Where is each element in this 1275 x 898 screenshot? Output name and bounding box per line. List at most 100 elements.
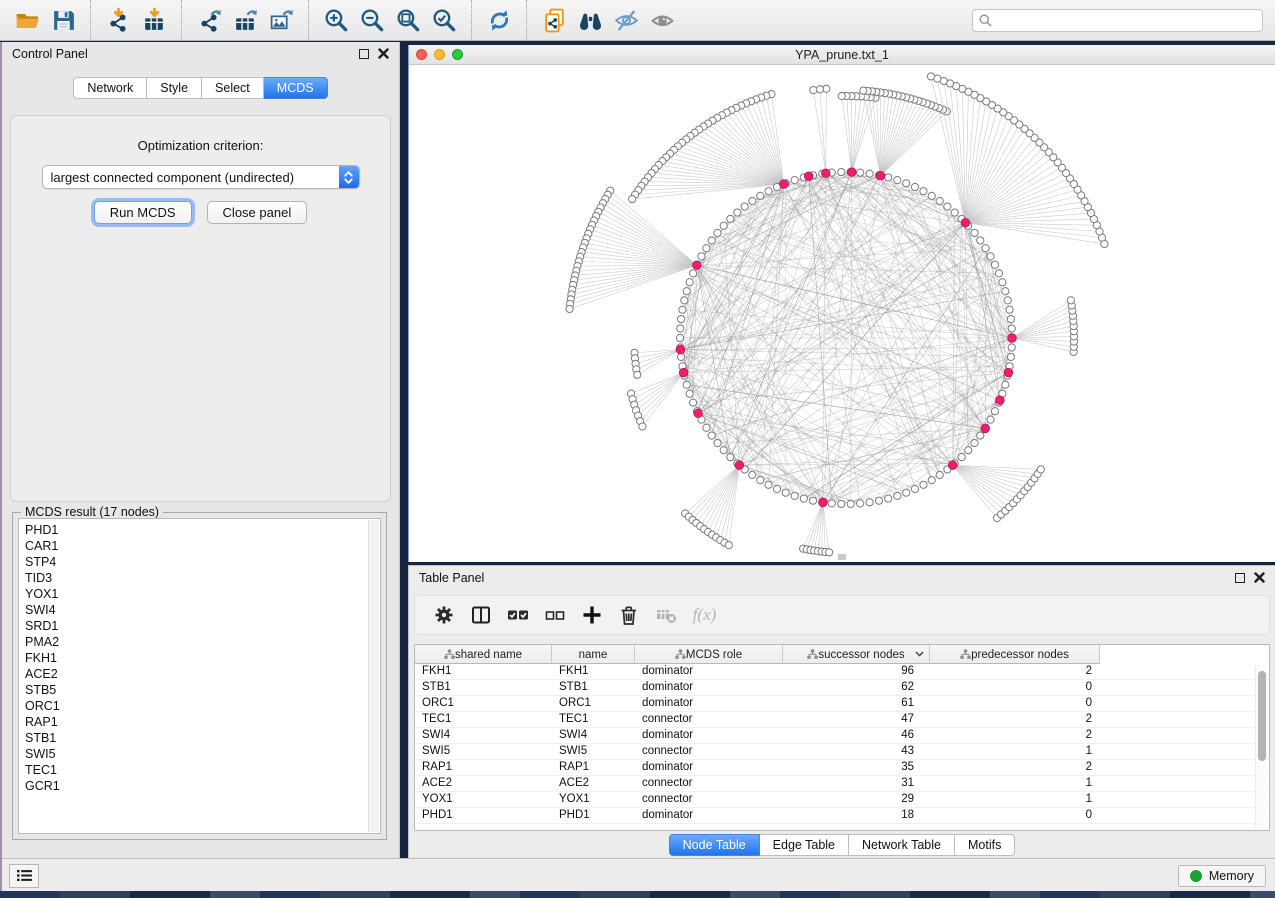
leaf-node[interactable] [927,73,934,80]
tab-node-table[interactable]: Node Table [669,834,760,856]
result-node-item[interactable]: SRD1 [25,618,380,634]
tab-edge-table[interactable]: Edge Table [760,834,849,856]
delete-column-button[interactable] [612,600,645,630]
save-session-button[interactable] [45,4,81,36]
tab-style[interactable]: Style [147,77,202,99]
ring-node[interactable] [720,447,727,454]
table-row[interactable]: TEC1TEC1connector472 [415,712,1269,728]
ring-node[interactable] [727,453,734,460]
ring-node[interactable] [838,168,845,175]
ring-node[interactable] [749,471,756,478]
settings-gear-button[interactable] [427,600,460,630]
run-mcds-button[interactable]: Run MCDS [94,201,192,224]
ring-node[interactable] [894,492,901,499]
ring-node[interactable] [971,229,978,236]
split-view-button[interactable] [464,600,497,630]
export-table-button[interactable] [227,4,263,36]
ring-node[interactable] [982,245,989,252]
ring-node[interactable] [727,215,734,222]
ring-node[interactable] [782,489,789,496]
ring-node[interactable] [885,174,892,181]
ring-node[interactable] [708,237,715,244]
ring-node[interactable] [749,197,756,204]
ring-node[interactable] [875,497,882,504]
hide-selected-button[interactable] [608,4,644,36]
tab-select[interactable]: Select [202,77,264,99]
ring-node[interactable] [999,279,1006,286]
ring-node[interactable] [686,390,693,397]
network-canvas[interactable] [409,65,1274,561]
ring-node[interactable] [1007,353,1014,360]
ring-node[interactable] [1002,288,1009,295]
ring-node[interactable] [676,334,683,341]
leaf-node[interactable] [566,305,573,312]
mcds-hub-node[interactable] [694,409,703,418]
mcds-hub-node[interactable] [780,180,789,189]
leaf-node[interactable] [1067,297,1074,304]
ring-node[interactable] [928,192,935,199]
memory-button[interactable]: Memory [1178,865,1266,887]
automation-panel-button[interactable] [9,864,39,888]
leaf-node[interactable] [860,87,867,94]
column-header-successor-nodes[interactable]: successor nodes [783,645,930,664]
ring-node[interactable] [971,439,978,446]
ring-node[interactable] [765,188,772,195]
ring-node[interactable] [936,197,943,204]
leaf-node[interactable] [629,196,636,203]
zoom-fit-button[interactable] [390,4,426,36]
float-table-panel-icon[interactable] [1235,573,1245,583]
export-network-button[interactable] [191,4,227,36]
leaf-node[interactable] [826,549,833,556]
ring-node[interactable] [677,325,684,332]
mcds-hub-node[interactable] [876,171,885,180]
table-scrollbar-thumb[interactable] [1258,671,1266,761]
ring-node[interactable] [828,500,835,507]
ring-node[interactable] [866,499,873,506]
ring-node[interactable] [681,297,688,304]
ring-node[interactable] [847,500,854,507]
table-row[interactable]: RAP1RAP1dominator352 [415,760,1269,776]
ring-node[interactable] [866,170,873,177]
ring-node[interactable] [683,381,690,388]
result-node-item[interactable]: TID3 [25,570,380,586]
zoom-out-button[interactable] [354,4,390,36]
ring-node[interactable] [1006,306,1013,313]
ring-node[interactable] [734,209,741,216]
mcds-hub-node[interactable] [1008,334,1017,343]
ring-node[interactable] [1002,381,1009,388]
search-input[interactable] [997,13,1256,27]
ring-node[interactable] [689,270,696,277]
table-row[interactable]: SWI5SWI5connector431 [415,744,1269,760]
select-all-checks-button[interactable] [501,600,534,630]
search-network-button[interactable] [572,4,608,36]
mcds-hub-node[interactable] [679,368,688,377]
mcds-hub-node[interactable] [804,172,813,181]
ring-node[interactable] [885,495,892,502]
criterion-dropdown[interactable]: largest connected component (undirected) [42,165,360,189]
ring-node[interactable] [928,477,935,484]
ring-node[interactable] [677,315,684,322]
result-node-item[interactable]: STP4 [25,554,380,570]
ring-node[interactable] [698,253,705,260]
ring-node[interactable] [791,177,798,184]
add-column-button[interactable] [575,600,608,630]
close-table-panel-icon[interactable] [1254,572,1265,583]
ring-node[interactable] [894,177,901,184]
splitter-handle[interactable] [838,554,846,560]
result-node-item[interactable]: SWI5 [25,746,380,762]
ring-node[interactable] [951,209,958,216]
ring-node[interactable] [677,353,684,360]
leaf-node[interactable] [639,423,646,430]
ring-node[interactable] [757,192,764,199]
ring-node[interactable] [977,237,984,244]
table-row[interactable]: PHD1PHD1dominator180 [415,808,1269,824]
mcds-hub-node[interactable] [847,168,856,177]
import-network-button[interactable] [100,4,136,36]
ring-node[interactable] [1007,315,1014,322]
result-node-item[interactable]: ACE2 [25,666,380,682]
tab-network-table[interactable]: Network Table [849,834,955,856]
ring-node[interactable] [714,439,721,446]
ring-node[interactable] [857,169,864,176]
leaf-node[interactable] [1037,466,1044,473]
ring-node[interactable] [991,261,998,268]
